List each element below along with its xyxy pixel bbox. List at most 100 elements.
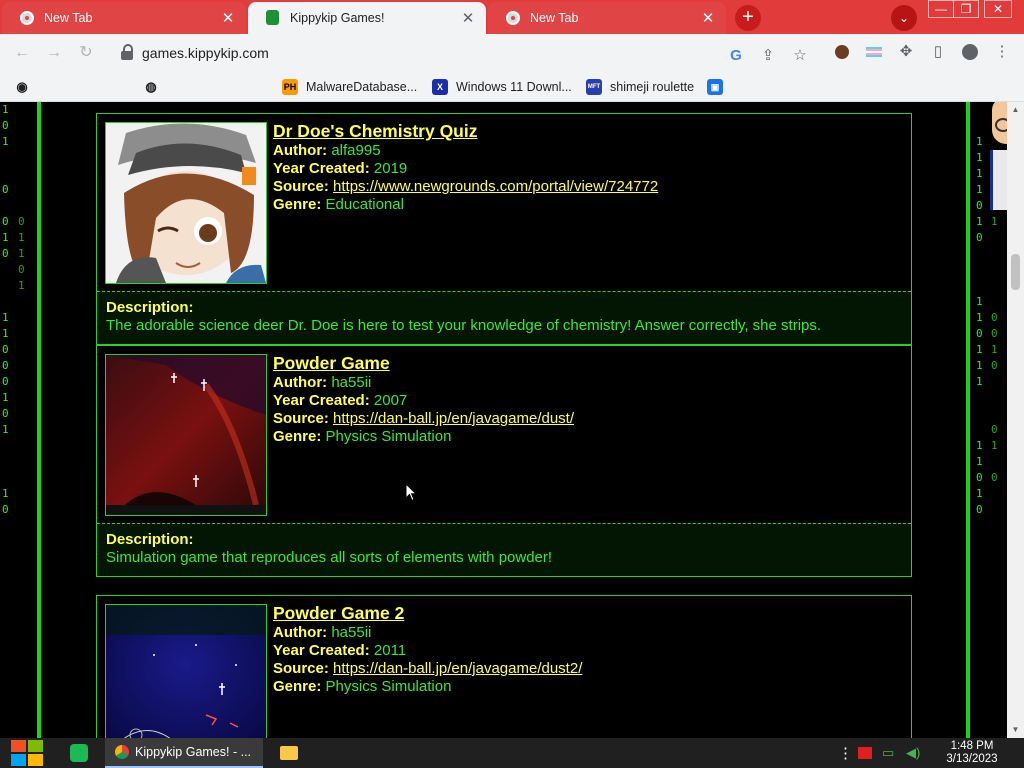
address-bar[interactable]: games.kippykip.com G ⇪ ☆	[108, 38, 826, 68]
source-label: Source:	[273, 178, 329, 195]
windows-taskbar: Kippykip Games! - ... ⋮ ▭ ◀) 1:48 PM 3/1…	[0, 738, 1024, 768]
tab-new-tab-1[interactable]: New Tab ✕	[2, 2, 246, 34]
google-icon[interactable]: G	[726, 46, 746, 66]
extension-avatar-icon[interactable]	[832, 42, 852, 62]
game-info: Dr Doe's Chemistry Quiz Author: alfa995 …	[273, 122, 658, 214]
bookmark-label: Windows 11 Downl...	[456, 80, 572, 94]
close-tab-icon[interactable]: ✕	[700, 9, 716, 27]
app-icon: ▣	[707, 79, 723, 95]
mouse-cursor-icon	[405, 483, 417, 502]
page-scrollbar[interactable]: ▲ ▼	[1007, 102, 1024, 738]
bookmark-item[interactable]: PH MalwareDatabase...	[282, 78, 417, 96]
close-tab-icon[interactable]: ✕	[460, 9, 476, 27]
bookmark-icon: ◉	[16, 79, 28, 94]
chrome-icon	[506, 11, 520, 25]
game-thumbnail-powder-game[interactable]	[105, 354, 267, 516]
tray-flag-icon[interactable]	[858, 738, 872, 768]
game-thumbnail-dr-doe[interactable]	[105, 122, 267, 284]
genre-value: Physics Simulation	[325, 678, 452, 695]
bookmark-item[interactable]: X Windows 11 Downl...	[432, 78, 572, 96]
extension-flag-icon[interactable]	[864, 42, 884, 62]
genre-label: Genre:	[273, 428, 322, 445]
scrollbar-thumb[interactable]	[1011, 254, 1020, 290]
bookmark-star-icon[interactable]: ☆	[790, 46, 810, 66]
game-thumbnail-powder-game-2[interactable]	[105, 604, 267, 738]
scroll-up-arrow-icon[interactable]: ▲	[1007, 102, 1024, 118]
tray-volume-icon[interactable]: ◀)	[906, 738, 920, 768]
menu-kebab-icon[interactable]: ⋮	[992, 42, 1012, 62]
tray-network-icon[interactable]: ▭	[882, 738, 894, 768]
side-panel-icon[interactable]: ▯	[928, 42, 948, 62]
tab-kippykip-games[interactable]: Kippykip Games! ✕	[248, 2, 486, 34]
taskbar-window-title: Kippykip Games! - ...	[135, 745, 252, 759]
genre-value: Educational	[325, 196, 404, 213]
description-text: Simulation game that reproduces all sort…	[106, 549, 553, 566]
bookmark-item[interactable]: ◉	[14, 78, 38, 96]
right-rail	[966, 102, 970, 738]
folder-icon	[280, 746, 298, 760]
url-text[interactable]: games.kippykip.com	[142, 45, 269, 61]
lock-icon[interactable]	[120, 44, 134, 62]
extensions-puzzle-icon[interactable]: ✥	[896, 42, 916, 62]
description-label: Description:	[106, 531, 194, 548]
source-link[interactable]: https://dan-ball.jp/en/javagame/dust/	[333, 410, 574, 427]
bookmark-item[interactable]: MFT shimeji roulette	[586, 78, 694, 96]
tab-title: Kippykip Games!	[290, 11, 385, 25]
restore-button[interactable]: ❐	[953, 0, 979, 18]
close-window-button[interactable]: ✕	[984, 0, 1012, 18]
chrome-icon	[115, 745, 129, 759]
game-card: Powder Game Author: ha55ii Year Created:…	[96, 345, 912, 577]
genre-label: Genre:	[273, 678, 322, 695]
genre-label: Genre:	[273, 196, 322, 213]
taskbar-app-green[interactable]	[70, 738, 88, 768]
back-button[interactable]: ←	[10, 42, 34, 64]
reload-button[interactable]: ↻	[74, 42, 98, 64]
start-button[interactable]	[10, 738, 44, 768]
bookmark-item[interactable]: ◍	[143, 78, 167, 96]
bookmarks-bar: ◉ ◍ PH MalwareDatabase... X Windows 11 D…	[0, 72, 1024, 102]
source-link[interactable]: https://dan-ball.jp/en/javagame/dust2/	[333, 660, 582, 677]
share-icon[interactable]: ⇪	[758, 46, 778, 66]
game-card: Dr Doe's Chemistry Quiz Author: alfa995 …	[96, 113, 912, 345]
scroll-down-arrow-icon[interactable]: ▼	[1007, 722, 1024, 738]
matrix-rain-left: 1 0 1 0 0 1 0 1 1 0 0 0 1 0 1 1 0	[2, 103, 9, 516]
tab-search-button[interactable]: ⌄	[891, 5, 917, 31]
close-tab-icon[interactable]: ✕	[220, 9, 236, 27]
ph-icon: PH	[282, 79, 298, 95]
deer-character-illustration	[106, 123, 266, 283]
taskbar-file-explorer[interactable]	[280, 738, 298, 768]
game-description: Description: Simulation game that reprod…	[97, 523, 911, 576]
year-value: 2019	[373, 160, 408, 177]
globe-icon: ◍	[145, 79, 157, 94]
year-label: Year Created:	[273, 160, 370, 177]
new-tab-button[interactable]: +	[735, 5, 761, 31]
author-label: Author:	[273, 624, 328, 641]
game-title-link[interactable]: Powder Game 2	[273, 604, 582, 622]
tray-overflow-icon[interactable]: ⋮	[838, 738, 853, 768]
tab-new-tab-2[interactable]: New Tab ✕	[488, 2, 726, 34]
chrome-icon	[20, 11, 34, 25]
kippykip-icon	[266, 10, 279, 25]
source-label: Source:	[273, 410, 329, 427]
profile-icon[interactable]	[960, 42, 980, 62]
bookmark-label: MalwareDatabase...	[306, 80, 418, 94]
forward-button[interactable]: →	[42, 42, 66, 64]
minimize-button[interactable]: —	[928, 0, 954, 18]
game-title-link[interactable]: Dr Doe's Chemistry Quiz	[273, 122, 658, 140]
x-icon: X	[432, 79, 448, 95]
author-value: ha55ii	[331, 374, 372, 391]
web-page: 1 0 1 0 0 1 0 1 1 0 0 0 1 0 1 1 0 0 1 1 …	[0, 102, 1007, 738]
source-link[interactable]: https://www.newgrounds.com/portal/view/7…	[333, 178, 658, 195]
windows-logo-icon	[11, 740, 43, 766]
tab-title: New Tab	[44, 11, 93, 25]
bookmark-item[interactable]: ▣	[707, 78, 731, 96]
game-title-link[interactable]: Powder Game	[273, 354, 574, 372]
year-label: Year Created:	[273, 642, 370, 659]
taskbar-clock[interactable]: 1:48 PM 3/13/2023	[932, 738, 1012, 768]
game-description: Description: The adorable science deer D…	[97, 291, 911, 344]
year-value: 2007	[373, 392, 408, 409]
author-label: Author:	[273, 142, 328, 159]
powder-game-screenshot	[106, 355, 266, 515]
year-value: 2011	[373, 642, 407, 659]
taskbar-chrome-window[interactable]: Kippykip Games! - ...	[105, 738, 263, 768]
